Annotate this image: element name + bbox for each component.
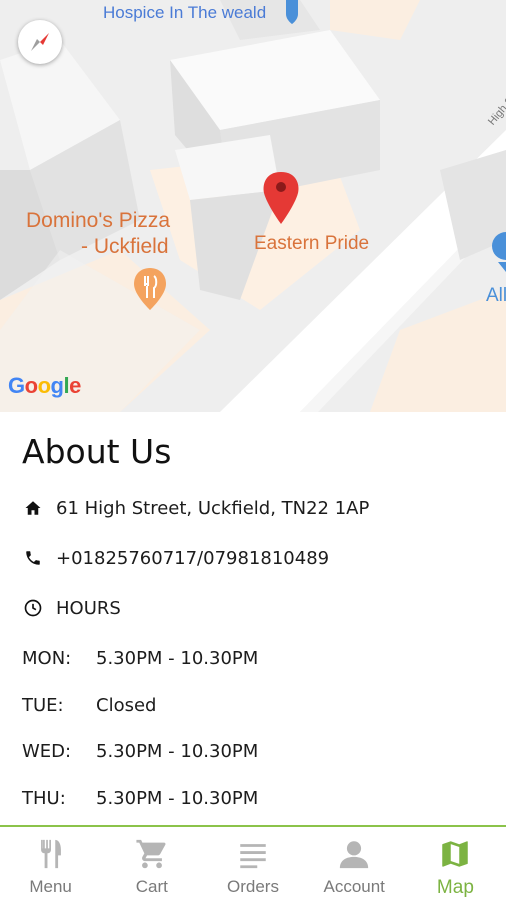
address-row: 61 High Street, Uckfield, TN22 1AP xyxy=(22,497,369,519)
bottom-nav: Menu Cart Orders Account Map xyxy=(0,825,506,902)
map-label-eastern-pride: Eastern Pride xyxy=(254,233,370,254)
map-view[interactable]: Hospice In The weald Domino's Pizza - Uc… xyxy=(0,0,506,412)
hours-row-mon: MON: 5.30PM - 10.30PM xyxy=(22,648,258,669)
list-icon xyxy=(240,844,266,869)
hours-time: 5.30PM - 10.30PM xyxy=(96,741,259,762)
address-text: 61 High Street, Uckfield, TN22 1AP xyxy=(56,497,370,519)
hours-time: 5.30PM - 10.30PM xyxy=(96,788,259,809)
hours-row-tue: TUE: Closed xyxy=(22,695,156,716)
person-icon xyxy=(340,841,369,869)
hours-time: 5.30PM - 10.30PM xyxy=(96,648,259,669)
compass-icon xyxy=(31,33,49,51)
nav-item-account[interactable]: Account xyxy=(304,827,405,902)
google-logo: Google xyxy=(8,373,81,398)
nav-item-orders[interactable]: Orders xyxy=(202,827,303,902)
cutlery-icon xyxy=(40,839,61,869)
nav-item-cart[interactable]: Cart xyxy=(101,827,202,902)
compass-button[interactable] xyxy=(18,20,62,64)
map-label-partial: All xyxy=(486,285,506,306)
map-icon xyxy=(442,841,469,867)
nav-label: Map xyxy=(436,877,474,898)
nav-item-menu[interactable]: Menu xyxy=(0,827,101,902)
hours-label: HOURS xyxy=(56,597,121,619)
phone-row[interactable]: +01825760717/07981810489 xyxy=(22,547,329,569)
hours-day: MON: xyxy=(22,648,72,669)
nav-label: Orders xyxy=(227,877,279,896)
hours-row-thu: THU: 5.30PM - 10.30PM xyxy=(22,788,258,809)
hours-day: THU: xyxy=(22,788,66,809)
clock-icon xyxy=(22,597,44,619)
nav-label: Cart xyxy=(135,877,168,896)
about-section: About Us 61 High Street, Uckfield, TN22 … xyxy=(0,412,506,826)
nav-item-map[interactable]: Map xyxy=(405,827,506,902)
hours-row-wed: WED: 5.30PM - 10.30PM xyxy=(22,741,258,762)
nav-label: Menu xyxy=(29,877,72,896)
hours-heading-row: HOURS xyxy=(22,597,121,619)
nav-label: Account xyxy=(323,877,385,896)
about-title: About Us xyxy=(22,432,172,471)
map-canvas xyxy=(0,0,506,412)
hours-day: WED: xyxy=(22,741,72,762)
map-label-dominos-1: Domino's Pizza xyxy=(26,209,171,232)
phone-text: +01825760717/07981810489 xyxy=(56,547,330,569)
home-icon xyxy=(22,497,44,519)
phone-icon xyxy=(22,547,44,569)
map-label-dominos-2: - Uckfield xyxy=(81,235,169,258)
hours-day: TUE: xyxy=(22,695,64,716)
map-label-hospice: Hospice In The weald xyxy=(103,3,267,22)
cart-icon xyxy=(136,839,166,869)
hours-time: Closed xyxy=(96,695,157,716)
